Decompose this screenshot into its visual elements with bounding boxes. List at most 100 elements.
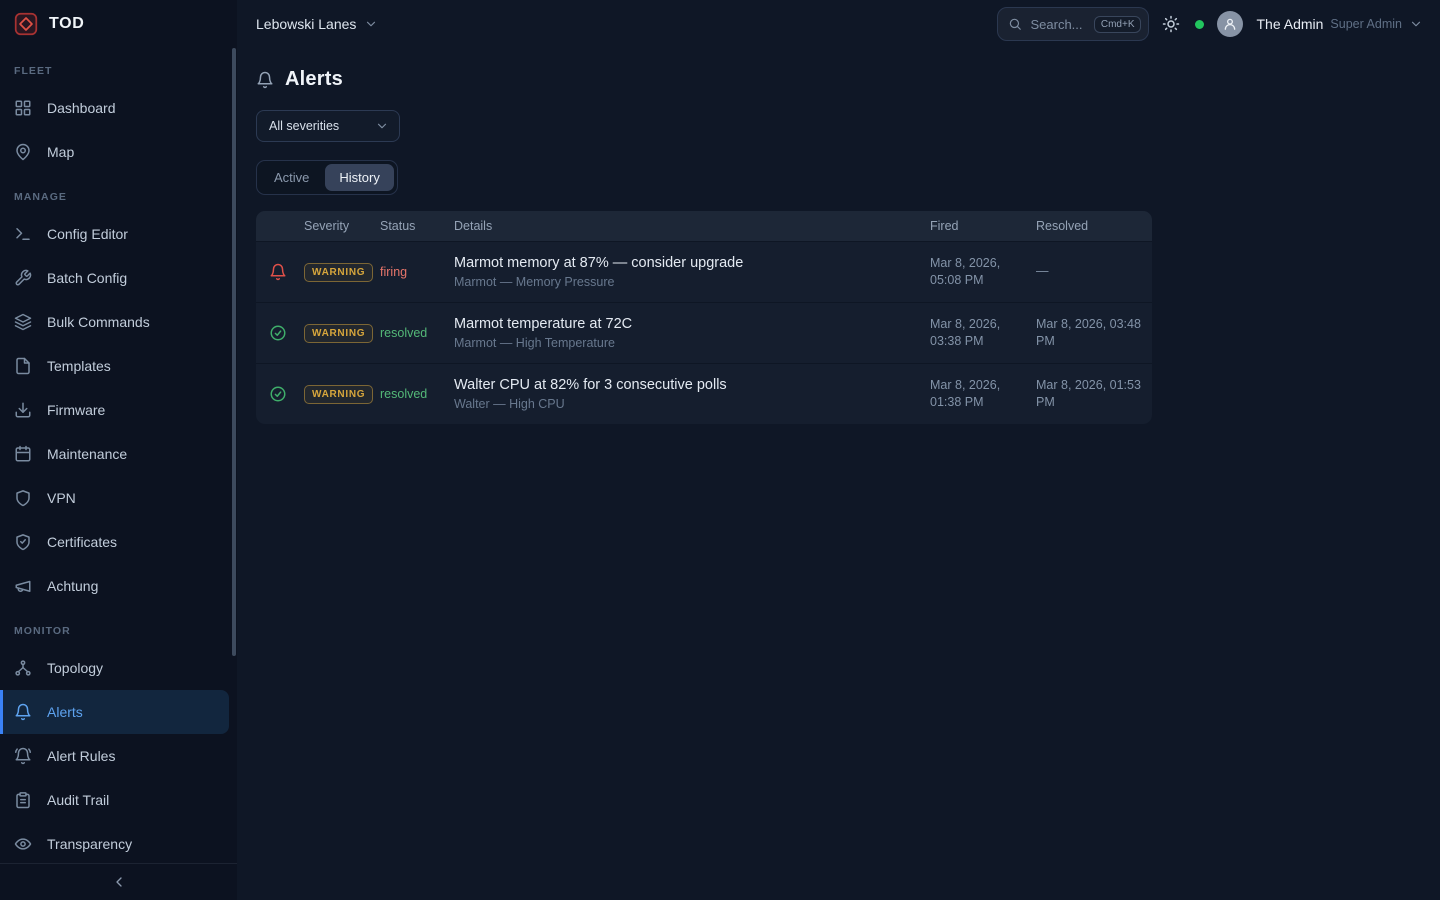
alert-title: Marmot memory at 87% — consider upgrade xyxy=(454,255,918,271)
online-status-dot xyxy=(1195,20,1204,29)
layers-icon xyxy=(14,313,32,331)
sidebar-item-transparency[interactable]: Transparency xyxy=(0,822,237,863)
sidebar-item-label: Batch Config xyxy=(47,270,127,286)
sidebar-item-alert-rules[interactable]: Alert Rules xyxy=(0,734,237,778)
sidebar-item-map[interactable]: Map xyxy=(0,130,237,174)
alert-subtitle: Walter — High CPU xyxy=(454,397,918,411)
sidebar-item-topology[interactable]: Topology xyxy=(0,646,237,690)
sidebar-item-firmware[interactable]: Firmware xyxy=(0,388,237,432)
status-text: resolved xyxy=(380,326,427,340)
eye-icon xyxy=(14,835,32,853)
search-placeholder: Search... xyxy=(1030,17,1085,32)
section-label-fleet: FLEET xyxy=(0,48,237,86)
topbar-right: Search... Cmd+K The Admin Super Admin xyxy=(997,7,1423,41)
table-header: Severity Status Details Fired Resolved xyxy=(256,211,1152,241)
user-role-badge: Super Admin xyxy=(1330,17,1402,31)
user-icon xyxy=(1223,17,1237,31)
user-menu[interactable]: The Admin Super Admin xyxy=(1256,16,1423,32)
bell-icon xyxy=(256,71,274,89)
table-row[interactable]: WARNING firing Marmot memory at 87% — co… xyxy=(256,241,1152,302)
sun-icon xyxy=(1162,15,1180,33)
status-text: resolved xyxy=(380,387,427,401)
dashboard-grid-icon xyxy=(14,99,32,117)
sidebar-item-label: Config Editor xyxy=(47,226,128,242)
sidebar-item-certificates[interactable]: Certificates xyxy=(0,520,237,564)
resolved-at: Mar 8, 2026, 03:48 PM xyxy=(1032,316,1152,351)
tab-history[interactable]: History xyxy=(325,164,393,191)
theme-toggle-button[interactable] xyxy=(1162,14,1182,34)
alert-resolved-check-icon xyxy=(269,385,287,403)
sidebar-scrollbar[interactable] xyxy=(232,48,236,656)
sidebar-item-config-editor[interactable]: Config Editor xyxy=(0,212,237,256)
sidebar-item-audit-trail[interactable]: Audit Trail xyxy=(0,778,237,822)
status-text: firing xyxy=(380,265,407,279)
tod-logo-icon xyxy=(13,11,39,37)
terminal-icon xyxy=(14,225,32,243)
alert-title: Marmot temperature at 72C xyxy=(454,316,918,332)
table-row[interactable]: WARNING resolved Marmot temperature at 7… xyxy=(256,302,1152,363)
sidebar-collapse-button[interactable] xyxy=(105,868,133,896)
avatar[interactable] xyxy=(1217,11,1243,37)
column-resolved: Resolved xyxy=(1032,219,1152,233)
sidebar-item-label: Transparency xyxy=(47,836,132,852)
chevron-left-icon xyxy=(111,874,127,890)
alerts-tab-group: Active History xyxy=(256,160,398,195)
shield-check-icon xyxy=(14,533,32,551)
resolved-at: — xyxy=(1032,263,1152,281)
shield-icon xyxy=(14,489,32,507)
alerts-table: Severity Status Details Fired Resolved W… xyxy=(256,211,1152,424)
sidebar-nav: FLEET Dashboard Map MANAGE Config Editor… xyxy=(0,48,237,863)
tab-active[interactable]: Active xyxy=(260,164,323,191)
network-icon xyxy=(14,659,32,677)
org-switcher[interactable]: Lebowski Lanes xyxy=(256,16,378,32)
sidebar-item-templates[interactable]: Templates xyxy=(0,344,237,388)
page-title: Alerts xyxy=(285,68,343,91)
sidebar-item-label: Certificates xyxy=(47,534,117,550)
sidebar-item-alerts[interactable]: Alerts xyxy=(0,690,229,734)
sidebar-item-label: Alerts xyxy=(47,704,83,720)
table-row[interactable]: WARNING resolved Walter CPU at 82% for 3… xyxy=(256,363,1152,424)
alert-firing-bell-icon xyxy=(269,263,287,281)
column-severity: Severity xyxy=(300,219,376,233)
alert-resolved-check-icon xyxy=(269,324,287,342)
fired-at: Mar 8, 2026, 03:38 PM xyxy=(926,316,1032,351)
calendar-icon xyxy=(14,445,32,463)
sidebar-item-label: Dashboard xyxy=(47,100,116,116)
sidebar-item-label: Templates xyxy=(47,358,111,374)
wrench-icon xyxy=(14,269,32,287)
column-details: Details xyxy=(450,219,926,233)
sidebar-item-label: Audit Trail xyxy=(47,792,109,808)
severity-filter-select[interactable]: All severities xyxy=(256,110,400,142)
sidebar-item-dashboard[interactable]: Dashboard xyxy=(0,86,237,130)
alert-subtitle: Marmot — High Temperature xyxy=(454,336,918,350)
main-content: Alerts All severities Active History Sev… xyxy=(237,48,1440,900)
column-fired: Fired xyxy=(926,219,1032,233)
severity-badge: WARNING xyxy=(304,263,373,282)
sidebar-item-label: Bulk Commands xyxy=(47,314,150,330)
sidebar-item-label: VPN xyxy=(47,490,76,506)
map-pin-icon xyxy=(14,143,32,161)
sidebar-item-batch-config[interactable]: Batch Config xyxy=(0,256,237,300)
search-input[interactable]: Search... Cmd+K xyxy=(997,7,1149,41)
download-icon xyxy=(14,401,32,419)
sidebar-item-bulk-commands[interactable]: Bulk Commands xyxy=(0,300,237,344)
section-label-monitor: MONITOR xyxy=(0,608,237,646)
column-status: Status xyxy=(376,219,450,233)
bell-ring-icon xyxy=(14,747,32,765)
row-status-icon-cell xyxy=(256,385,300,403)
sidebar-item-label: Topology xyxy=(47,660,103,676)
sidebar-item-label: Map xyxy=(47,144,74,160)
page-header: Alerts xyxy=(256,68,1440,91)
row-status-icon-cell xyxy=(256,263,300,281)
fired-at: Mar 8, 2026, 01:38 PM xyxy=(926,377,1032,412)
topbar: Lebowski Lanes Search... Cmd+K The Admin… xyxy=(237,0,1440,48)
sidebar-item-achtung[interactable]: Achtung xyxy=(0,564,237,608)
sidebar-item-vpn[interactable]: VPN xyxy=(0,476,237,520)
severity-filter-value: All severities xyxy=(269,119,339,133)
chevron-down-icon xyxy=(375,119,389,133)
sidebar-item-label: Achtung xyxy=(47,578,98,594)
row-status-icon-cell xyxy=(256,324,300,342)
search-icon xyxy=(1008,17,1022,31)
sidebar-item-maintenance[interactable]: Maintenance xyxy=(0,432,237,476)
chevron-down-icon xyxy=(1409,17,1423,31)
